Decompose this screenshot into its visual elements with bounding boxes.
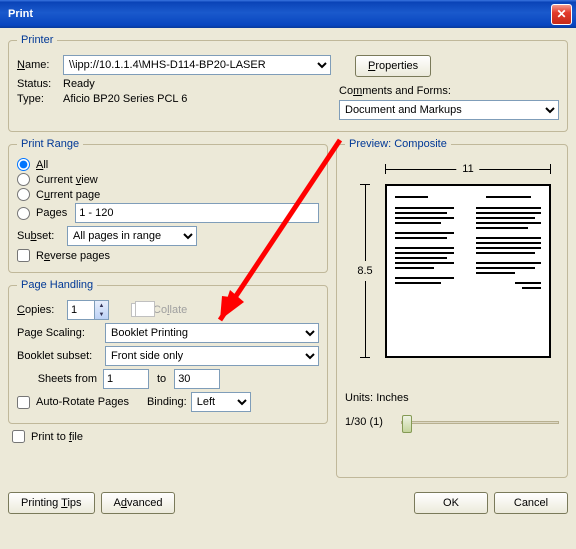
sheets-from-label: Sheets from	[17, 373, 103, 385]
page-scaling-select[interactable]: Booklet Printing	[105, 323, 319, 343]
radio-pages[interactable]: Pages	[17, 207, 67, 220]
scaling-label: Page Scaling:	[17, 327, 105, 339]
printing-tips-button[interactable]: Printing Tips	[8, 492, 95, 514]
status-label: Status:	[17, 78, 63, 90]
copies-spinner[interactable]: ▲▼	[67, 300, 109, 320]
type-value: Aficio BP20 Series PCL 6	[63, 93, 187, 105]
properties-button[interactable]: Properties	[355, 55, 431, 77]
progress-label: 1/30 (1)	[345, 416, 383, 428]
advanced-button[interactable]: Advanced	[101, 492, 176, 514]
name-label: Name:	[17, 59, 63, 71]
radio-all[interactable]: All	[17, 158, 319, 171]
close-icon[interactable]: ✕	[551, 4, 572, 25]
print-to-file-check[interactable]: Print to file	[12, 430, 328, 443]
binding-select[interactable]: Left	[191, 392, 251, 412]
page-handling-group: Page Handling Copies: ▲▼ Collate Page Sc…	[8, 279, 328, 424]
booklet-subset-select[interactable]: Front side only	[105, 346, 319, 366]
binding-label: Binding:	[147, 396, 187, 408]
collate-label: Collate	[153, 304, 187, 316]
printer-name-select[interactable]: \\ipp://10.1.1.4\MHS-D114-BP20-LASER	[63, 55, 331, 75]
dialog-body: Printer Name: \\ipp://10.1.1.4\MHS-D114-…	[0, 28, 576, 522]
pages-input[interactable]	[75, 203, 319, 223]
ok-button[interactable]: OK	[414, 492, 488, 514]
comments-label: Comments and Forms:	[339, 85, 451, 97]
printer-legend: Printer	[17, 34, 57, 46]
booklet-subset-label: Booklet subset:	[17, 350, 105, 362]
titlebar: Print ✕	[0, 0, 576, 28]
sheets-from-input[interactable]	[103, 369, 149, 389]
preview-box: 11 8.5	[345, 156, 559, 386]
comments-select[interactable]: Document and Markups	[339, 100, 559, 120]
subset-label: Subset:	[17, 230, 67, 242]
window-title: Print	[8, 8, 33, 20]
copies-label: Copies:	[17, 304, 67, 316]
collate-icon	[131, 303, 149, 317]
print-range-group: Print Range All Current view Current pag…	[8, 138, 328, 273]
cancel-button[interactable]: Cancel	[494, 492, 568, 514]
subset-select[interactable]: All pages in range	[67, 226, 197, 246]
type-label: Type:	[17, 93, 63, 105]
radio-current-page[interactable]: Current page	[17, 188, 319, 201]
dimension-height: 8.5	[353, 184, 377, 358]
reverse-pages-check[interactable]: Reverse pages	[17, 249, 319, 262]
slider-thumb[interactable]	[402, 415, 412, 433]
auto-rotate-check[interactable]: Auto-Rotate Pages	[17, 396, 129, 409]
page-preview	[385, 184, 551, 358]
handling-legend: Page Handling	[17, 279, 97, 291]
units-row: Units: Inches	[345, 392, 559, 404]
range-legend: Print Range	[17, 138, 83, 150]
radio-current-view[interactable]: Current view	[17, 173, 319, 186]
spin-up-icon[interactable]: ▲	[95, 301, 108, 310]
preview-legend: Preview: Composite	[345, 138, 451, 150]
sheets-to-label: to	[149, 373, 174, 385]
preview-group: Preview: Composite 11 8.5	[336, 138, 568, 478]
printer-group: Printer Name: \\ipp://10.1.1.4\MHS-D114-…	[8, 34, 568, 132]
copies-input[interactable]	[68, 301, 94, 319]
page-slider[interactable]	[401, 421, 559, 424]
status-value: Ready	[63, 78, 95, 90]
sheets-to-input[interactable]	[174, 369, 220, 389]
dimension-width: 11	[385, 162, 551, 176]
spin-down-icon[interactable]: ▼	[95, 310, 108, 319]
